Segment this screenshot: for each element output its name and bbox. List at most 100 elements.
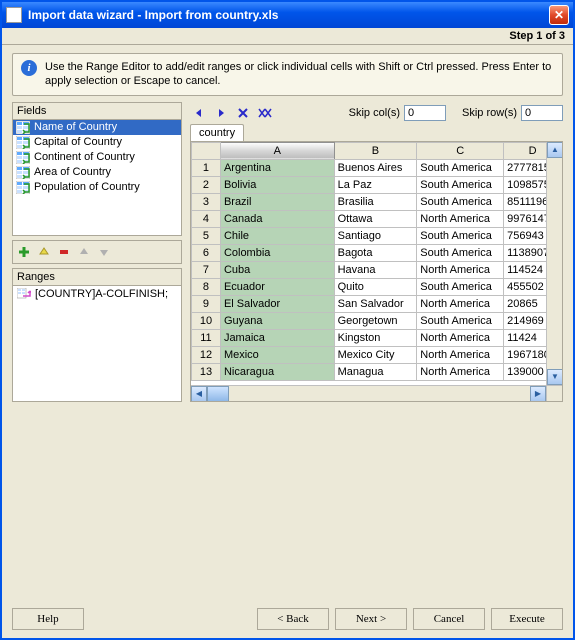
- move-up-button[interactable]: [75, 243, 93, 261]
- next-col-button[interactable]: [212, 104, 230, 122]
- table-row[interactable]: 2BoliviaLa PazSouth America1098575: [192, 176, 562, 193]
- cell[interactable]: Santiago: [334, 227, 417, 244]
- cell[interactable]: Ottawa: [334, 210, 417, 227]
- range-item[interactable]: [COUNTRY]A-COLFINISH;: [14, 287, 180, 302]
- table-row[interactable]: 12MexicoMexico CityNorth America1967180: [192, 346, 562, 363]
- cell[interactable]: Bagota: [334, 244, 417, 261]
- execute-button[interactable]: Execute: [491, 608, 563, 630]
- row-header[interactable]: 11: [192, 329, 221, 346]
- table-row[interactable]: 13NicaraguaManaguaNorth America139000: [192, 363, 562, 380]
- cancel-button[interactable]: Cancel: [413, 608, 485, 630]
- row-header[interactable]: 6: [192, 244, 221, 261]
- edit-range-button[interactable]: [35, 243, 53, 261]
- close-button[interactable]: ✕: [549, 5, 569, 25]
- table-row[interactable]: 6ColombiaBagotaSouth America1138907: [192, 244, 562, 261]
- back-button[interactable]: < Back: [257, 608, 329, 630]
- field-item[interactable]: Area of Country: [13, 165, 181, 180]
- column-header[interactable]: C: [417, 142, 504, 159]
- cell[interactable]: North America: [417, 210, 504, 227]
- row-header[interactable]: 8: [192, 278, 221, 295]
- scroll-down-icon[interactable]: ▼: [547, 369, 562, 385]
- clear-button[interactable]: [234, 104, 252, 122]
- cell[interactable]: Colombia: [220, 244, 334, 261]
- prev-col-button[interactable]: [190, 104, 208, 122]
- clear-all-button[interactable]: [256, 104, 274, 122]
- horizontal-scrollbar[interactable]: ◀ ▶: [191, 385, 562, 401]
- row-header[interactable]: 10: [192, 312, 221, 329]
- cell[interactable]: Nicaragua: [220, 363, 334, 380]
- scroll-left-icon[interactable]: ◀: [191, 386, 207, 402]
- row-header[interactable]: 4: [192, 210, 221, 227]
- cell[interactable]: Bolivia: [220, 176, 334, 193]
- cell[interactable]: South America: [417, 193, 504, 210]
- table-row[interactable]: 4CanadaOttawaNorth America9976147: [192, 210, 562, 227]
- grid-scroll[interactable]: ABCD1ArgentinaBuenos AiresSouth America2…: [191, 142, 562, 385]
- cell[interactable]: Mexico City: [334, 346, 417, 363]
- cell[interactable]: Chile: [220, 227, 334, 244]
- vertical-scrollbar[interactable]: ▲ ▼: [546, 142, 562, 385]
- help-button[interactable]: Help: [12, 608, 84, 630]
- cell[interactable]: South America: [417, 244, 504, 261]
- cell[interactable]: North America: [417, 363, 504, 380]
- cell[interactable]: South America: [417, 176, 504, 193]
- skip-col-input[interactable]: [404, 105, 446, 121]
- table-row[interactable]: 5ChileSantiagoSouth America756943: [192, 227, 562, 244]
- cell[interactable]: Managua: [334, 363, 417, 380]
- cell[interactable]: Havana: [334, 261, 417, 278]
- cell[interactable]: La Paz: [334, 176, 417, 193]
- tab-country[interactable]: country: [190, 124, 244, 141]
- cell[interactable]: Brasilia: [334, 193, 417, 210]
- table-row[interactable]: 8EcuadorQuitoSouth America455502: [192, 278, 562, 295]
- row-header[interactable]: 3: [192, 193, 221, 210]
- row-header[interactable]: 5: [192, 227, 221, 244]
- hscroll-thumb[interactable]: [207, 386, 229, 402]
- cell[interactable]: North America: [417, 329, 504, 346]
- row-header[interactable]: 1: [192, 159, 221, 176]
- cell[interactable]: South America: [417, 312, 504, 329]
- scroll-right-icon[interactable]: ▶: [530, 386, 546, 402]
- delete-range-button[interactable]: [55, 243, 73, 261]
- data-grid[interactable]: ABCD1ArgentinaBuenos AiresSouth America2…: [191, 142, 562, 381]
- row-header[interactable]: 9: [192, 295, 221, 312]
- row-header[interactable]: 13: [192, 363, 221, 380]
- table-row[interactable]: 7CubaHavanaNorth America114524: [192, 261, 562, 278]
- add-range-button[interactable]: [15, 243, 33, 261]
- cell[interactable]: North America: [417, 346, 504, 363]
- cell[interactable]: South America: [417, 159, 504, 176]
- row-header[interactable]: 2: [192, 176, 221, 193]
- field-item[interactable]: Continent of Country: [13, 150, 181, 165]
- fields-list[interactable]: Name of CountryCapital of CountryContine…: [13, 120, 181, 195]
- cell[interactable]: Mexico: [220, 346, 334, 363]
- table-row[interactable]: 11JamaicaKingstonNorth America11424: [192, 329, 562, 346]
- column-header[interactable]: A: [220, 142, 334, 159]
- row-header[interactable]: 12: [192, 346, 221, 363]
- table-row[interactable]: 3BrazilBrasiliaSouth America8511196: [192, 193, 562, 210]
- field-item[interactable]: Population of Country: [13, 180, 181, 195]
- next-button[interactable]: Next >: [335, 608, 407, 630]
- cell[interactable]: Kingston: [334, 329, 417, 346]
- column-header[interactable]: B: [334, 142, 417, 159]
- table-row[interactable]: 1ArgentinaBuenos AiresSouth America27778…: [192, 159, 562, 176]
- skip-row-input[interactable]: [521, 105, 563, 121]
- ranges-list[interactable]: [COUNTRY]A-COLFINISH;: [13, 286, 181, 303]
- cell[interactable]: South America: [417, 278, 504, 295]
- column-header[interactable]: [192, 142, 221, 159]
- cell[interactable]: North America: [417, 295, 504, 312]
- cell[interactable]: Georgetown: [334, 312, 417, 329]
- cell[interactable]: South America: [417, 227, 504, 244]
- cell[interactable]: North America: [417, 261, 504, 278]
- table-row[interactable]: 9El SalvadorSan SalvadorNorth America208…: [192, 295, 562, 312]
- field-item[interactable]: Capital of Country: [13, 135, 181, 150]
- cell[interactable]: Ecuador: [220, 278, 334, 295]
- field-item[interactable]: Name of Country: [13, 120, 181, 135]
- cell[interactable]: Buenos Aires: [334, 159, 417, 176]
- cell[interactable]: Brazil: [220, 193, 334, 210]
- cell[interactable]: Quito: [334, 278, 417, 295]
- cell[interactable]: San Salvador: [334, 295, 417, 312]
- row-header[interactable]: 7: [192, 261, 221, 278]
- move-down-button[interactable]: [95, 243, 113, 261]
- cell[interactable]: Argentina: [220, 159, 334, 176]
- cell[interactable]: El Salvador: [220, 295, 334, 312]
- scroll-up-icon[interactable]: ▲: [547, 142, 562, 158]
- cell[interactable]: Cuba: [220, 261, 334, 278]
